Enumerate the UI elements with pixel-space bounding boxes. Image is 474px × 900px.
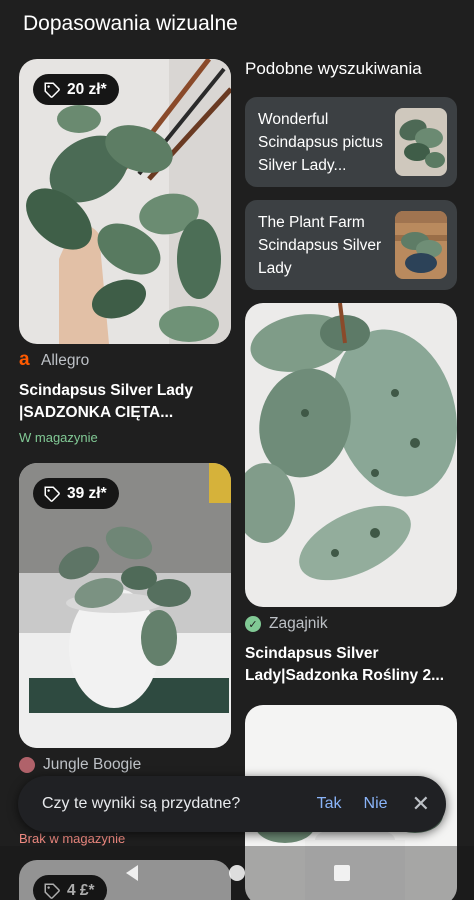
home-nav-icon[interactable] [227,863,247,883]
close-icon[interactable]: ✕ [412,791,430,817]
product-source: a Allegro [19,349,231,371]
feedback-prompt: Czy te wyniki są przydatne? Tak Nie ✕ [18,776,446,832]
related-search-thumbnail [395,108,447,176]
page-title: Dopasowania wizualne [23,12,238,35]
product-image[interactable]: 39 zł* [19,463,231,748]
back-nav-icon[interactable] [122,863,142,883]
tag-icon [44,82,60,98]
price-badge: 39 zł* [33,478,119,509]
source-name: Jungle Boogie [43,756,142,773]
tag-icon [44,486,60,502]
system-navigation-bar [0,846,474,900]
feedback-no-button[interactable]: Nie [364,795,388,813]
recents-nav-icon[interactable] [332,863,352,883]
feedback-question: Czy te wyniki są przydatne? [42,795,241,812]
stock-status: W magazynie [19,430,98,445]
product-source: Jungle Boogie [19,755,231,775]
product-title[interactable]: Scindapsus Silver Lady|Sadzonka Rośliny … [245,643,457,687]
feedback-yes-button[interactable]: Tak [317,795,342,813]
left-results-column: 20 zł* a Allegro Scindapsus Silver Lady … [19,59,231,900]
product-image[interactable] [245,303,457,607]
stock-status: Brak w magazynie [19,831,126,846]
price-text: 20 zł* [67,80,107,98]
product-card[interactable]: ✓ Zagajnik Scindapsus Silver Lady|Sadzon… [245,303,457,687]
product-source: ✓ Zagajnik [245,614,457,634]
price-badge: 20 zł* [33,74,119,105]
related-search-item[interactable]: The Plant Farm Scindapsus Silver Lady [245,200,457,290]
related-searches-title: Podobne wyszukiwania [245,59,422,78]
jungle-boogie-logo-icon [19,757,35,773]
related-search-thumbnail [395,211,447,279]
source-name: Zagajnik [269,615,328,632]
related-search-item[interactable]: Wonderful Scindapsus pictus Silver Lady.… [245,97,457,187]
source-name: Allegro [41,352,90,369]
price-text: 39 zł* [67,484,107,502]
right-results-column: Podobne wyszukiwania Wonderful Scindapsu… [245,59,457,900]
product-image[interactable]: 20 zł* [19,59,231,344]
zagajnik-logo-icon: ✓ [245,616,261,632]
product-title[interactable]: Scindapsus Silver Lady |SADZONKA CIĘTA..… [19,380,231,424]
product-card[interactable]: 20 zł* a Allegro Scindapsus Silver Lady … [19,59,231,445]
allegro-logo-icon: a [19,349,30,370]
